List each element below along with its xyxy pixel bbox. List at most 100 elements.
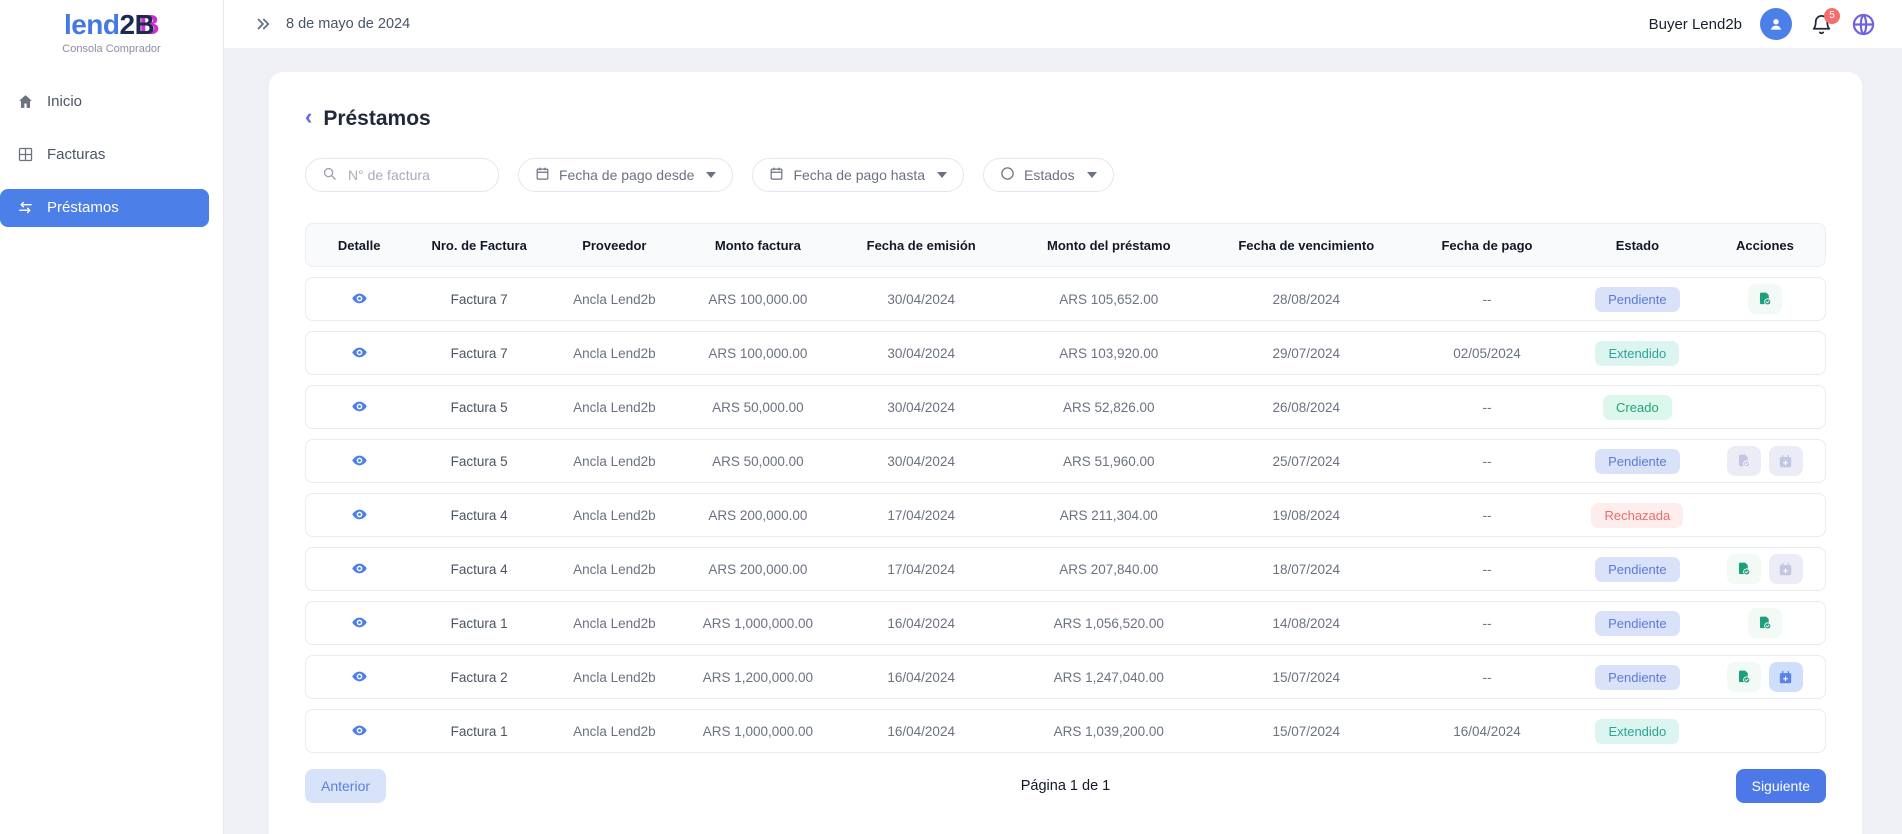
- action-document-check-button[interactable]: [1748, 284, 1782, 314]
- invoice-search-field[interactable]: [305, 158, 499, 192]
- invoice-number: Factura 5: [412, 454, 546, 469]
- table-row: Factura 7 Ancla Lend2b ARS 100,000.00 30…: [305, 277, 1826, 321]
- loan-amount: ARS 51,960.00: [1009, 454, 1208, 469]
- payment-date: --: [1404, 400, 1570, 415]
- table-body: Factura 7 Ancla Lend2b ARS 100,000.00 30…: [305, 277, 1826, 753]
- column-header: Monto del préstamo: [1009, 238, 1208, 253]
- payment-date: --: [1404, 454, 1570, 469]
- sidebar-item-label: Inicio: [47, 93, 82, 110]
- eye-icon: [351, 344, 368, 361]
- sidebar-item-facturas[interactable]: Facturas: [0, 136, 209, 174]
- eye-icon: [351, 722, 368, 739]
- sidebar-item-label: Préstamos: [47, 199, 119, 216]
- invoice-amount: ARS 200,000.00: [683, 508, 833, 523]
- table-row: Factura 5 Ancla Lend2b ARS 50,000.00 30/…: [305, 385, 1826, 429]
- table-row: Factura 1 Ancla Lend2b ARS 1,000,000.00 …: [305, 601, 1826, 645]
- sidebar-item-inicio[interactable]: Inicio: [0, 83, 209, 121]
- issue-date: 30/04/2024: [833, 292, 1009, 307]
- view-detail-button[interactable]: [349, 504, 370, 525]
- row-actions: [1705, 554, 1825, 584]
- collapse-sidebar-icon[interactable]: [254, 15, 272, 33]
- issue-date: 17/04/2024: [833, 562, 1009, 577]
- column-header: Monto factura: [683, 238, 833, 253]
- date-from-filter-button[interactable]: Fecha de pago desde: [518, 158, 733, 192]
- invoice-amount: ARS 50,000.00: [683, 400, 833, 415]
- view-detail-button[interactable]: [349, 450, 370, 471]
- view-detail-button[interactable]: [349, 666, 370, 687]
- issue-date: 30/04/2024: [833, 400, 1009, 415]
- view-detail-button[interactable]: [349, 288, 370, 309]
- loan-amount: ARS 105,652.00: [1009, 292, 1208, 307]
- calendar-icon: [535, 166, 550, 184]
- view-detail-button[interactable]: [349, 612, 370, 633]
- invoice-amount: ARS 200,000.00: [683, 562, 833, 577]
- table-row: Factura 4 Ancla Lend2b ARS 200,000.00 17…: [305, 547, 1826, 591]
- payment-date: 16/04/2024: [1404, 724, 1570, 739]
- status-badge: Pendiente: [1595, 449, 1680, 474]
- table-row: Factura 5 Ancla Lend2b ARS 50,000.00 30/…: [305, 439, 1826, 483]
- caret-down-icon: [706, 172, 716, 178]
- home-icon: [16, 93, 34, 110]
- action-calendar-add-button: [1769, 554, 1803, 584]
- issue-date: 16/04/2024: [833, 670, 1009, 685]
- previous-page-button[interactable]: Anterior: [305, 769, 386, 803]
- page-title: Préstamos: [323, 107, 430, 131]
- states-filter-button[interactable]: Estados: [983, 158, 1114, 192]
- caret-down-icon: [937, 172, 947, 178]
- invoice-number: Factura 4: [412, 562, 546, 577]
- payment-date: --: [1404, 670, 1570, 685]
- user-name: Buyer Lend2b: [1649, 16, 1742, 33]
- column-header: Detalle: [306, 238, 412, 253]
- issue-date: 16/04/2024: [833, 724, 1009, 739]
- loan-amount: ARS 1,247,040.00: [1009, 670, 1208, 685]
- invoice-amount: ARS 50,000.00: [683, 454, 833, 469]
- view-detail-button[interactable]: [349, 342, 370, 363]
- issue-date: 30/04/2024: [833, 346, 1009, 361]
- search-input[interactable]: [346, 166, 482, 184]
- document-check-icon: [1736, 561, 1752, 577]
- table-header-row: DetalleNro. de FacturaProveedorMonto fac…: [305, 223, 1826, 267]
- invoice-amount: ARS 100,000.00: [683, 292, 833, 307]
- view-detail-button[interactable]: [349, 558, 370, 579]
- action-document-check-button[interactable]: [1727, 662, 1761, 692]
- provider-name: Ancla Lend2b: [546, 670, 683, 685]
- column-header: Acciones: [1705, 238, 1825, 253]
- invoice-number: Factura 2: [412, 670, 546, 685]
- invoice-number: Factura 1: [412, 724, 546, 739]
- language-globe-button[interactable]: [1851, 12, 1876, 37]
- action-document-check-button[interactable]: [1748, 608, 1782, 638]
- circle-icon: [1000, 166, 1015, 184]
- issue-date: 17/04/2024: [833, 508, 1009, 523]
- provider-name: Ancla Lend2b: [546, 292, 683, 307]
- action-document-check-button[interactable]: [1727, 554, 1761, 584]
- notifications-button[interactable]: 5: [1810, 13, 1833, 36]
- row-actions: [1705, 662, 1825, 692]
- view-detail-button[interactable]: [349, 720, 370, 741]
- next-page-button[interactable]: Siguiente: [1736, 769, 1826, 803]
- date-to-filter-button[interactable]: Fecha de pago hasta: [752, 158, 964, 192]
- column-header: Fecha de vencimiento: [1208, 238, 1404, 253]
- view-detail-button[interactable]: [349, 396, 370, 417]
- document-check-icon: [1757, 615, 1773, 631]
- action-calendar-add-button: [1769, 446, 1803, 476]
- table-row: Factura 1 Ancla Lend2b ARS 1,000,000.00 …: [305, 709, 1826, 753]
- user-avatar-icon[interactable]: [1760, 8, 1792, 40]
- due-date: 15/07/2024: [1208, 724, 1404, 739]
- document-check-icon: [1736, 669, 1752, 685]
- back-button[interactable]: ‹: [305, 106, 312, 131]
- status-badge: Pendiente: [1595, 287, 1680, 312]
- action-calendar-add-button[interactable]: [1769, 662, 1803, 692]
- calendar-add-icon: [1778, 670, 1793, 685]
- search-icon: [322, 166, 337, 184]
- eye-icon: [351, 560, 368, 577]
- provider-name: Ancla Lend2b: [546, 346, 683, 361]
- payment-date: --: [1404, 616, 1570, 631]
- topbar-right: Buyer Lend2b 5: [1649, 8, 1876, 40]
- row-actions: [1705, 446, 1825, 476]
- sidebar-item-prestamos[interactable]: Préstamos: [0, 189, 209, 227]
- provider-name: Ancla Lend2b: [546, 508, 683, 523]
- payment-date: --: [1404, 292, 1570, 307]
- table-row: Factura 2 Ancla Lend2b ARS 1,200,000.00 …: [305, 655, 1826, 699]
- brand-logo: lend2BB Consola Comprador: [0, 0, 223, 55]
- notification-count-badge: 5: [1824, 8, 1840, 24]
